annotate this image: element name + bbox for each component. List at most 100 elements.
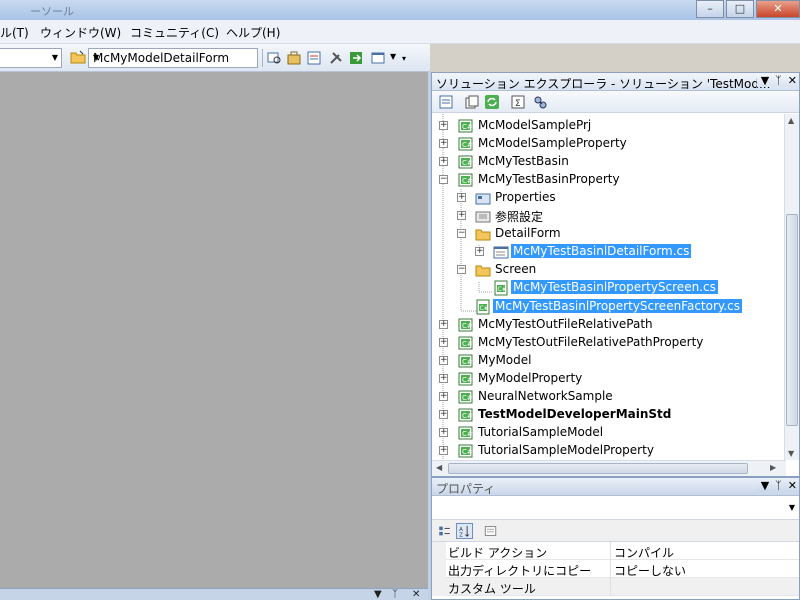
- svg-text:C#: C#: [462, 448, 473, 456]
- view-code-icon[interactable]: Σ: [510, 94, 526, 110]
- close-icon[interactable]: ✕: [788, 479, 797, 492]
- toolbar-overflow-icon[interactable]: ▾: [402, 54, 406, 63]
- close-icon[interactable]: ✕: [788, 74, 797, 87]
- csharp-file-icon: C#: [494, 280, 508, 296]
- scroll-right-icon[interactable]: ▶: [770, 463, 776, 472]
- tree-item-label: Screen: [495, 262, 537, 276]
- tree-item-label: McMyTestOutFileRelativePathProperty: [478, 335, 704, 349]
- svg-text:C#: C#: [462, 412, 473, 420]
- minimize-button[interactable]: –: [696, 0, 724, 18]
- expand-icon[interactable]: +: [439, 374, 448, 383]
- properties-icon[interactable]: [306, 50, 322, 66]
- column-divider: [610, 578, 611, 596]
- property-pages-icon[interactable]: [482, 523, 499, 539]
- property-row[interactable]: 出力ディレクトリにコピー コピーしない: [432, 560, 799, 578]
- expand-icon[interactable]: +: [457, 211, 466, 220]
- chevron-down-icon[interactable]: ▼: [789, 503, 795, 512]
- expand-icon[interactable]: +: [457, 193, 466, 202]
- csharp-project-icon: C#: [458, 354, 473, 368]
- chevron-down-icon[interactable]: ▼: [761, 74, 769, 87]
- close-button[interactable]: ✕: [756, 0, 800, 18]
- row-gutter: [432, 578, 446, 596]
- tree-item-label: McMyTestOutFileRelativePath: [478, 317, 653, 331]
- collapse-icon[interactable]: −: [439, 175, 448, 184]
- svg-text:C#: C#: [462, 177, 473, 185]
- toolbox-icon[interactable]: [286, 50, 302, 66]
- form-file-icon: [493, 246, 509, 259]
- csharp-project-icon: C#: [458, 390, 473, 404]
- svg-text:C#: C#: [462, 159, 473, 167]
- find-icon[interactable]: [266, 50, 282, 66]
- horizontal-scrollbar[interactable]: ◀ ▶: [432, 460, 786, 476]
- expand-icon[interactable]: +: [439, 392, 448, 401]
- svg-text:C#: C#: [462, 322, 473, 330]
- tools-icon[interactable]: [328, 50, 344, 66]
- menu-window[interactable]: ウィンドウ(W): [40, 24, 121, 41]
- expand-icon[interactable]: +: [439, 139, 448, 148]
- refresh-icon[interactable]: [484, 94, 500, 110]
- folder-open-icon[interactable]: [70, 50, 86, 64]
- chevron-down-icon[interactable]: ▼: [374, 589, 382, 600]
- config-dropdown[interactable]: ▼: [0, 48, 62, 68]
- pin-icon[interactable]: ᛉ: [392, 589, 398, 600]
- pin-icon[interactable]: ᛉ: [775, 74, 782, 87]
- property-row[interactable]: カスタム ツール: [432, 578, 799, 596]
- expand-icon[interactable]: +: [439, 356, 448, 365]
- menu-community[interactable]: コミュニティ(C): [130, 24, 219, 41]
- show-all-files-icon[interactable]: [464, 94, 480, 110]
- scroll-up-icon[interactable]: ▲: [788, 116, 794, 125]
- svg-text:Σ: Σ: [515, 99, 521, 109]
- expand-icon[interactable]: +: [439, 121, 448, 130]
- solution-explorer-title: ソリューション エクスプローラ - ソリューション 'TestMod...: [436, 77, 771, 91]
- scrollbar-thumb[interactable]: [786, 214, 798, 426]
- chevron-down-icon[interactable]: ▼: [390, 52, 396, 61]
- maximize-button[interactable]: □: [726, 0, 754, 18]
- pin-icon[interactable]: ᛉ: [775, 479, 782, 492]
- class-view-icon[interactable]: [532, 94, 548, 110]
- expand-icon[interactable]: +: [439, 320, 448, 329]
- tree-item-label: TutorialSampleModel: [478, 425, 604, 439]
- expand-icon[interactable]: +: [439, 410, 448, 419]
- scroll-down-icon[interactable]: ▼: [788, 449, 794, 458]
- properties-folder-icon: [475, 193, 491, 205]
- property-value[interactable]: コンパイル: [614, 544, 674, 561]
- properties-title: プロパティ: [436, 482, 496, 496]
- csharp-project-icon: C#: [458, 426, 473, 440]
- csharp-project-icon: C#: [458, 173, 473, 187]
- properties-toolbar: AZ: [432, 520, 799, 542]
- menu-help[interactable]: ヘルプ(H): [226, 24, 280, 41]
- object-selector[interactable]: ▼: [432, 496, 799, 520]
- scroll-left-icon[interactable]: ◀: [436, 463, 442, 472]
- svg-text:C#: C#: [462, 430, 473, 438]
- collapse-icon[interactable]: −: [457, 229, 466, 238]
- vertical-scrollbar[interactable]: ▲ ▼: [784, 114, 799, 460]
- categorized-icon[interactable]: [436, 523, 453, 539]
- form-dropdown[interactable]: McMyModelDetailForm ▼: [88, 48, 258, 68]
- expand-icon[interactable]: +: [475, 247, 484, 256]
- export-icon[interactable]: [348, 50, 364, 66]
- tree-item-label: TutorialSampleModelProperty: [478, 443, 654, 457]
- csharp-file-icon: C#: [476, 299, 490, 315]
- expand-icon[interactable]: +: [439, 446, 448, 455]
- alphabetical-icon[interactable]: AZ: [456, 523, 473, 539]
- title-bar: ーソール – □ ✕: [0, 0, 800, 20]
- menu-tools[interactable]: ル(T): [0, 24, 29, 41]
- tree-item-label: McMyTestBasinlDetailForm.cs: [511, 244, 692, 258]
- property-value[interactable]: コピーしない: [614, 562, 686, 579]
- property-key: ビルド アクション: [448, 546, 548, 560]
- close-icon[interactable]: ✕: [412, 589, 420, 600]
- collapse-icon[interactable]: −: [457, 265, 466, 274]
- svg-text:Z: Z: [459, 532, 463, 538]
- property-row[interactable]: ビルド アクション コンパイル: [432, 542, 799, 560]
- csharp-project-icon: C#: [458, 155, 473, 169]
- expand-icon[interactable]: +: [439, 428, 448, 437]
- scrollbar-thumb[interactable]: [448, 463, 748, 474]
- chevron-down-icon[interactable]: ▼: [761, 479, 769, 492]
- window-icon[interactable]: [370, 50, 386, 66]
- properties-header: プロパティ ▼ ᛉ ✕: [432, 478, 799, 496]
- expand-icon[interactable]: +: [439, 338, 448, 347]
- menu-bar: ル(T) ウィンドウ(W) コミュニティ(C) ヘルプ(H): [0, 20, 800, 44]
- properties-icon[interactable]: [438, 94, 454, 110]
- expand-icon[interactable]: +: [439, 157, 448, 166]
- tree-item-label: Properties: [495, 190, 556, 204]
